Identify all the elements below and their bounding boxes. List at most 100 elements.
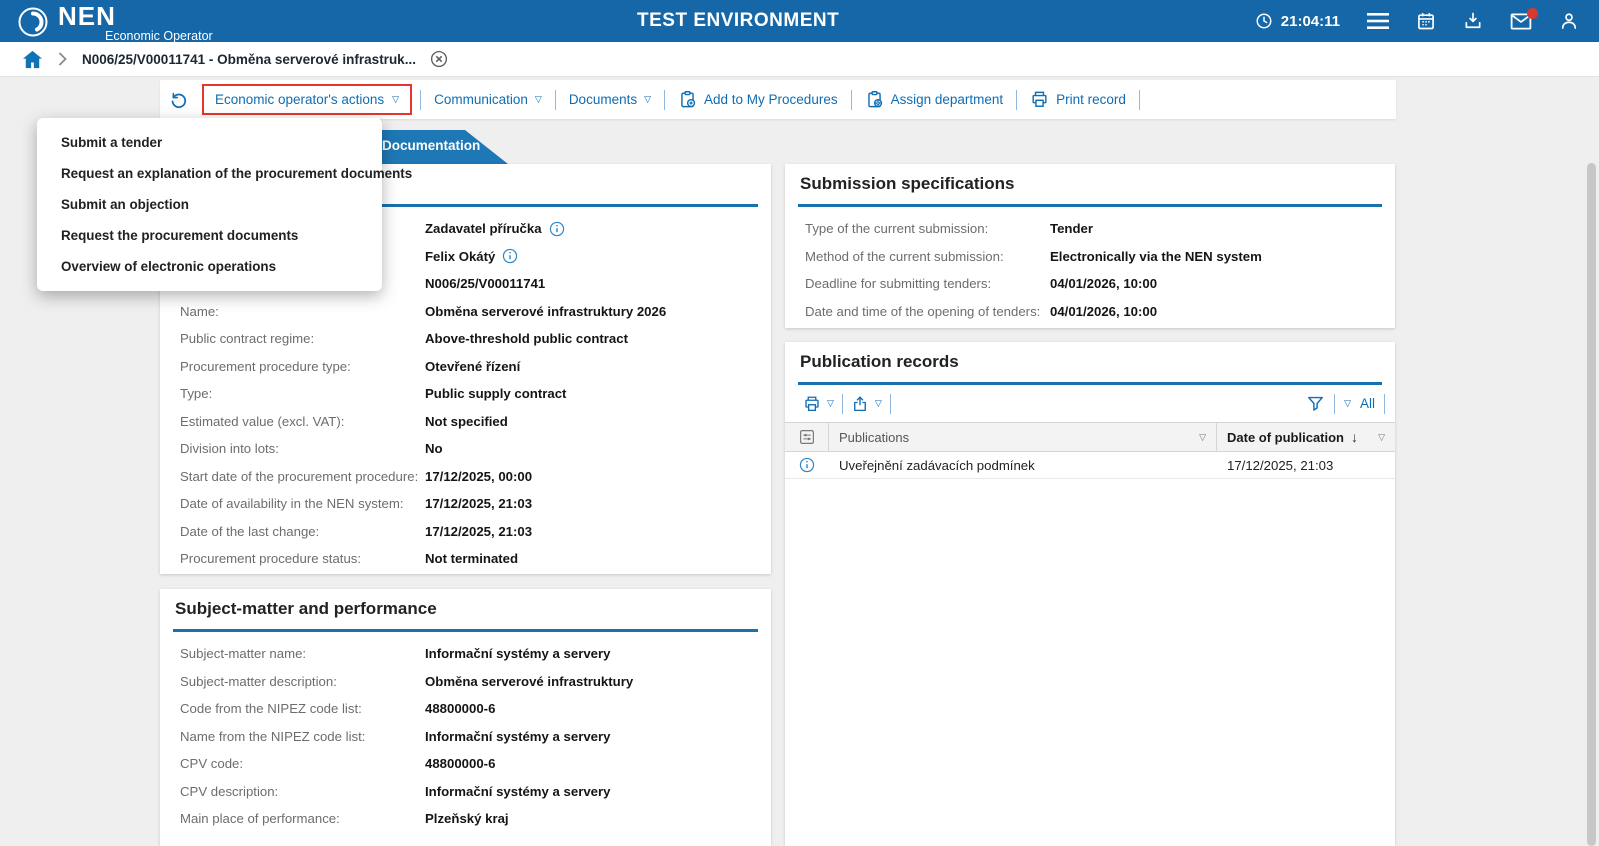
column-header-date[interactable]: Date of publication ↓ ▽ xyxy=(1217,423,1395,451)
field-label: Procurement procedure status: xyxy=(180,551,425,566)
field-value: 17/12/2025, 00:00 xyxy=(425,469,532,484)
field-label: Type: xyxy=(180,386,425,401)
top-bar: NEN Economic Operator TEST ENVIRONMENT 2… xyxy=(0,0,1599,42)
info-icon[interactable] xyxy=(549,221,565,237)
menu-item-label: Request an explanation of the procuremen… xyxy=(61,166,412,181)
field-value: N006/25/V00011741 xyxy=(425,276,545,291)
menu-item-label: Overview of electronic operations xyxy=(61,259,276,274)
field-value: Felix Okátý xyxy=(425,249,495,264)
add-to-my-procedures-button[interactable]: Add to My Procedures xyxy=(665,90,851,109)
downloads-button[interactable] xyxy=(1463,11,1483,31)
menu-button[interactable] xyxy=(1367,13,1389,29)
field-value: Not specified xyxy=(425,414,508,429)
communication-button[interactable]: Communication ▽ xyxy=(421,92,555,107)
field-label: Code from the NIPEZ code list: xyxy=(180,701,425,716)
home-icon[interactable] xyxy=(22,50,43,69)
field-row: Date of availability in the NEN system: … xyxy=(160,490,771,518)
field-row: Subject-matter description: Obměna serve… xyxy=(160,668,771,696)
field-row: Name from the NIPEZ code list: Informačn… xyxy=(160,723,771,751)
chevron-down-icon[interactable]: ▽ xyxy=(1344,399,1351,408)
field-value: 17/12/2025, 21:03 xyxy=(425,524,532,539)
documents-button[interactable]: Documents ▽ xyxy=(556,92,664,107)
record-toolbar: Economic operator's actions ▽ Communicat… xyxy=(160,80,1396,119)
chevron-down-icon: ▽ xyxy=(392,95,399,104)
field-row: Code from the NIPEZ code list: 48800000-… xyxy=(160,695,771,723)
publications-toolbar: ▽ ▽ ▽ All xyxy=(785,385,1395,422)
field-value: Not terminated xyxy=(425,551,518,566)
printer-icon xyxy=(803,395,821,413)
field-row: Date of the last change: 17/12/2025, 21:… xyxy=(160,518,771,546)
unread-badge xyxy=(1527,8,1538,19)
history-button[interactable] xyxy=(160,90,198,109)
field-row: Start date of the procurement procedure:… xyxy=(160,463,771,491)
profile-button[interactable] xyxy=(1559,11,1579,31)
menu-item-label: Submit an objection xyxy=(61,197,189,212)
export-button[interactable]: ▽ xyxy=(843,395,890,413)
info-icon[interactable] xyxy=(799,457,815,473)
clock-time: 21:04:11 xyxy=(1281,13,1340,30)
sort-descending-icon[interactable]: ↓ xyxy=(1351,429,1358,445)
table-row[interactable]: Uveřejnění zadávacích podmínek 17/12/202… xyxy=(785,452,1395,479)
field-label: Division into lots: xyxy=(180,441,425,456)
field-value: 04/01/2026, 10:00 xyxy=(1050,276,1157,291)
main-content: Economic operator's actions ▽ Communicat… xyxy=(0,77,1599,846)
calendar-button[interactable] xyxy=(1416,11,1436,31)
info-icon[interactable] xyxy=(502,248,518,264)
assign-department-button[interactable]: Assign department xyxy=(852,90,1017,109)
menu-item[interactable]: Submit a tender xyxy=(37,127,382,158)
tab-documentation-label: Documentation xyxy=(382,138,480,153)
field-value: 48800000-6 xyxy=(425,756,495,771)
toolbar-divider xyxy=(1384,394,1385,414)
subject-matter-card: Subject-matter and performance Subject-m… xyxy=(160,589,771,846)
menu-item-label: Request the procurement documents xyxy=(61,228,298,243)
field-value: 04/01/2026, 10:00 xyxy=(1050,304,1157,319)
breadcrumb-item[interactable]: N006/25/V00011741 - Obměna serverové inf… xyxy=(82,52,416,67)
field-label: CPV code: xyxy=(180,756,425,771)
field-value: Zadavatel příručka xyxy=(425,221,542,236)
submission-specifications-title: Submission specifications xyxy=(785,164,1395,204)
field-label: Type of the current submission: xyxy=(805,221,1050,236)
field-label: Subject-matter name: xyxy=(180,646,425,661)
field-value: Informační systémy a servery xyxy=(425,784,610,799)
hamburger-icon xyxy=(1367,13,1389,29)
close-tab-icon[interactable] xyxy=(430,50,448,68)
column-header-publications-label: Publications xyxy=(839,430,909,445)
field-row: Date and time of the opening of tenders:… xyxy=(785,298,1395,326)
menu-item[interactable]: Overview of electronic operations xyxy=(37,251,382,282)
column-filter-icon[interactable]: ▽ xyxy=(1199,433,1206,442)
publication-date: 17/12/2025, 21:03 xyxy=(1227,458,1333,473)
filter-funnel-icon[interactable] xyxy=(1306,394,1325,413)
field-row: CPV code: 48800000-6 xyxy=(160,750,771,778)
messages-button[interactable] xyxy=(1510,13,1532,30)
app-brand[interactable]: NEN Economic Operator xyxy=(16,3,213,43)
toolbar-divider xyxy=(1139,90,1140,110)
field-value: Obměna serverové infrastruktury xyxy=(425,674,633,689)
economic-operators-actions-button[interactable]: Economic operator's actions ▽ xyxy=(202,84,412,115)
field-row: Procurement procedure status: Not termin… xyxy=(160,545,771,573)
column-settings-button[interactable] xyxy=(785,423,829,451)
field-label: Subject-matter description: xyxy=(180,674,425,689)
field-row: Method of the current submission: Electr… xyxy=(785,243,1395,271)
menu-item[interactable]: Request an explanation of the procuremen… xyxy=(37,158,382,189)
vertical-scrollbar[interactable] xyxy=(1587,163,1596,846)
add-to-my-procedures-label: Add to My Procedures xyxy=(704,92,838,107)
menu-item[interactable]: Request the procurement documents xyxy=(37,220,382,251)
filter-all-link[interactable]: All xyxy=(1360,396,1375,411)
publications-table-header: Publications ▽ Date of publication ↓ ▽ xyxy=(785,422,1395,452)
print-record-button[interactable]: Print record xyxy=(1017,90,1139,109)
menu-item[interactable]: Submit an objection xyxy=(37,189,382,220)
field-value: Plzeňský kraj xyxy=(425,811,509,826)
field-row: Type: Public supply contract xyxy=(160,380,771,408)
chevron-down-icon: ▽ xyxy=(535,95,542,104)
field-row: Deadline for submitting tenders: 04/01/2… xyxy=(785,270,1395,298)
subject-rows: Subject-matter name: Informační systémy … xyxy=(160,632,771,833)
field-label: Start date of the procurement procedure: xyxy=(180,469,425,484)
session-clock: 21:04:11 xyxy=(1255,12,1340,30)
field-value: Tender xyxy=(1050,221,1093,236)
print-list-button[interactable]: ▽ xyxy=(795,395,842,413)
calendar-icon xyxy=(1416,11,1436,31)
column-header-publications[interactable]: Publications ▽ xyxy=(829,423,1217,451)
breadcrumb: N006/25/V00011741 - Obměna serverové inf… xyxy=(0,42,1599,77)
field-label: Name from the NIPEZ code list: xyxy=(180,729,425,744)
column-filter-icon[interactable]: ▽ xyxy=(1378,433,1385,442)
